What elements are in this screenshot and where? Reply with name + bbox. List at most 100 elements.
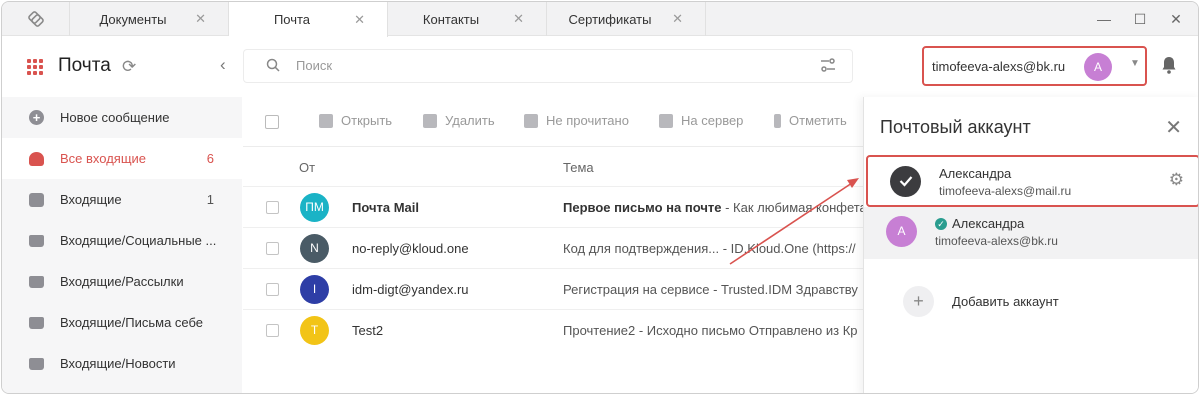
add-account-button[interactable]: +	[903, 286, 934, 317]
window-close-button[interactable]: ✕	[1158, 2, 1194, 36]
apps-grid-icon[interactable]	[27, 59, 43, 75]
sidebar-item-inbox[interactable]: Входящие 1	[2, 179, 242, 220]
add-account-label[interactable]: Добавить аккаунт	[952, 294, 1059, 309]
unread-label: Не прочитано	[546, 113, 629, 128]
close-icon[interactable]: ✕	[1165, 115, 1182, 140]
list-header: От Тема	[243, 148, 863, 186]
tab-label: Контакты	[422, 11, 480, 27]
avatar: I	[300, 275, 329, 304]
to-server-button[interactable]: На сервер	[659, 113, 743, 128]
folder-icon	[29, 275, 44, 288]
sidebar-item-label: Новое сообщение	[60, 110, 170, 125]
checkmark-icon	[890, 166, 921, 197]
sidebar-item-label: Входящие/Социальные ...	[60, 233, 217, 248]
tab-contacts[interactable]: Контакты ✕	[388, 2, 547, 36]
mark-unread-button[interactable]: Не прочитано	[524, 113, 629, 128]
delete-button[interactable]: Удалить	[423, 113, 495, 128]
bell-icon[interactable]	[1161, 56, 1177, 79]
subject: Регистрация на сервисе - Trusted.IDM Здр…	[563, 282, 858, 297]
trash-icon	[423, 113, 437, 128]
unread-count: 6	[206, 151, 214, 166]
row-checkbox[interactable]	[266, 324, 279, 337]
row-checkbox[interactable]	[266, 283, 279, 296]
sidebar-item-label: Входящие/Рассылки	[60, 274, 184, 289]
panel-title: Почтовый аккаунт	[880, 117, 1031, 137]
verified-check-icon: ✓	[935, 217, 947, 230]
tab-bar: Документы ✕ Почта ✕ Контакты ✕ Сертифика…	[2, 2, 1198, 37]
filter-icon[interactable]	[820, 58, 836, 75]
gear-icon[interactable]: ⚙	[1169, 170, 1184, 190]
folder-icon	[29, 234, 44, 247]
maximize-button[interactable]: ☐	[1122, 2, 1158, 36]
sidebar-header: Почта ⟳ ‹	[2, 37, 242, 97]
table-row[interactable]: Nno-reply@kloud.one Код для подтверждения…	[243, 227, 863, 268]
tab-documents[interactable]: Документы ✕	[70, 2, 229, 36]
account-selector[interactable]: timofeeva-alexs@bk.ru A ▼	[922, 46, 1147, 86]
sidebar-item-social[interactable]: Входящие/Социальные ...	[2, 220, 242, 261]
table-row[interactable]: T Test2 Прочтение2 - Исходно письмо Отправ…	[243, 309, 863, 350]
refresh-icon[interactable]: ⟳	[122, 57, 136, 77]
to-server-label: На сервер	[681, 113, 744, 128]
sidebar-item-new-message[interactable]: + Новое сообщение	[2, 97, 242, 138]
account-item-bk-ru[interactable]: A ✓ Александра timofeeva-alexs@bk.ru	[864, 207, 1198, 259]
mark-button[interactable]: Отметить	[774, 113, 847, 128]
open-button[interactable]: Открыть	[319, 113, 392, 128]
close-icon[interactable]: ✕	[513, 11, 524, 27]
column-from[interactable]: От	[299, 160, 315, 175]
inbox-icon	[29, 151, 44, 166]
sidebar-item-all-inbox[interactable]: Все входящие 6	[2, 138, 242, 179]
app-logo-icon[interactable]	[2, 2, 70, 36]
account-name: ✓ Александра	[935, 216, 1024, 231]
page-title: Почта	[58, 55, 111, 76]
column-subject[interactable]: Тема	[563, 160, 594, 175]
sidebar-item-self[interactable]: Входящие/Письма себе	[2, 302, 242, 343]
row-checkbox[interactable]	[266, 242, 279, 255]
row-checkbox[interactable]	[266, 201, 279, 214]
avatar: A	[1084, 53, 1112, 81]
account-email: timofeeva-alexs@bk.ru	[932, 59, 1066, 74]
sidebar: Почта ⟳ ‹ + Новое сообщение Все входящие…	[2, 37, 242, 393]
sidebar-item-newsletters[interactable]: Входящие/Рассылки	[2, 261, 242, 302]
search-input[interactable]	[296, 58, 796, 73]
search-bar	[243, 49, 853, 83]
chevron-down-icon: ▼	[1130, 58, 1140, 69]
select-all-checkbox[interactable]	[265, 115, 279, 129]
plus-icon: +	[29, 110, 44, 125]
subject: Прочтение2 - Исходно письмо Отправлено и…	[563, 323, 858, 338]
account-item-mail-ru[interactable]: Александра timofeeva-alexs@mail.ru ⚙	[866, 155, 1198, 207]
open-label: Открыть	[341, 113, 393, 128]
table-row[interactable]: Iidm-digt@yandex.ru Регистрация на сервис…	[243, 268, 863, 309]
close-icon[interactable]: ✕	[354, 12, 365, 28]
email-list: От Тема ПМ Почта Mail Первое письмо на поч…	[243, 148, 863, 393]
close-icon[interactable]: ✕	[672, 11, 683, 27]
tab-mail[interactable]: Почта ✕	[229, 2, 388, 37]
envelope-open-icon	[524, 113, 538, 128]
sidebar-item-news[interactable]: Входящие/Новости	[2, 343, 242, 384]
search-icon	[266, 58, 280, 75]
avatar: N	[300, 234, 329, 263]
close-icon[interactable]: ✕	[195, 11, 206, 27]
flag-icon	[774, 113, 781, 128]
chevron-left-icon[interactable]: ‹	[220, 55, 226, 75]
account-email: timofeeva-alexs@bk.ru	[935, 234, 1058, 248]
avatar: A	[886, 216, 917, 247]
tab-label: Сертификаты	[568, 11, 652, 27]
sidebar-item-label: Входящие	[60, 192, 122, 207]
sidebar-item-label: Входящие/Новости	[60, 356, 176, 371]
subject: Первое письмо на почте - Как любимая кон…	[563, 200, 863, 215]
tab-label: Документы	[99, 11, 167, 27]
folder-icon	[29, 357, 44, 370]
account-email: timofeeva-alexs@mail.ru	[939, 184, 1072, 198]
minimize-button[interactable]: —	[1086, 2, 1122, 36]
sender: Почта Mail	[352, 200, 419, 215]
app-window: Документы ✕ Почта ✕ Контакты ✕ Сертифика…	[1, 1, 1199, 394]
tab-certificates[interactable]: Сертификаты ✕	[547, 2, 706, 36]
table-row[interactable]: ПМ Почта Mail Первое письмо на почте - Как…	[243, 186, 863, 227]
avatar: T	[300, 316, 329, 345]
sender: idm-digt@yandex.ru	[352, 282, 469, 297]
envelope-icon	[29, 192, 44, 207]
folder-icon	[29, 316, 44, 329]
tab-label: Почта	[273, 12, 311, 27]
sidebar-item-label: Входящие/Письма себе	[60, 315, 204, 330]
mail-account-panel: Почтовый аккаунт ✕ Александра timofeeva-…	[863, 97, 1198, 393]
